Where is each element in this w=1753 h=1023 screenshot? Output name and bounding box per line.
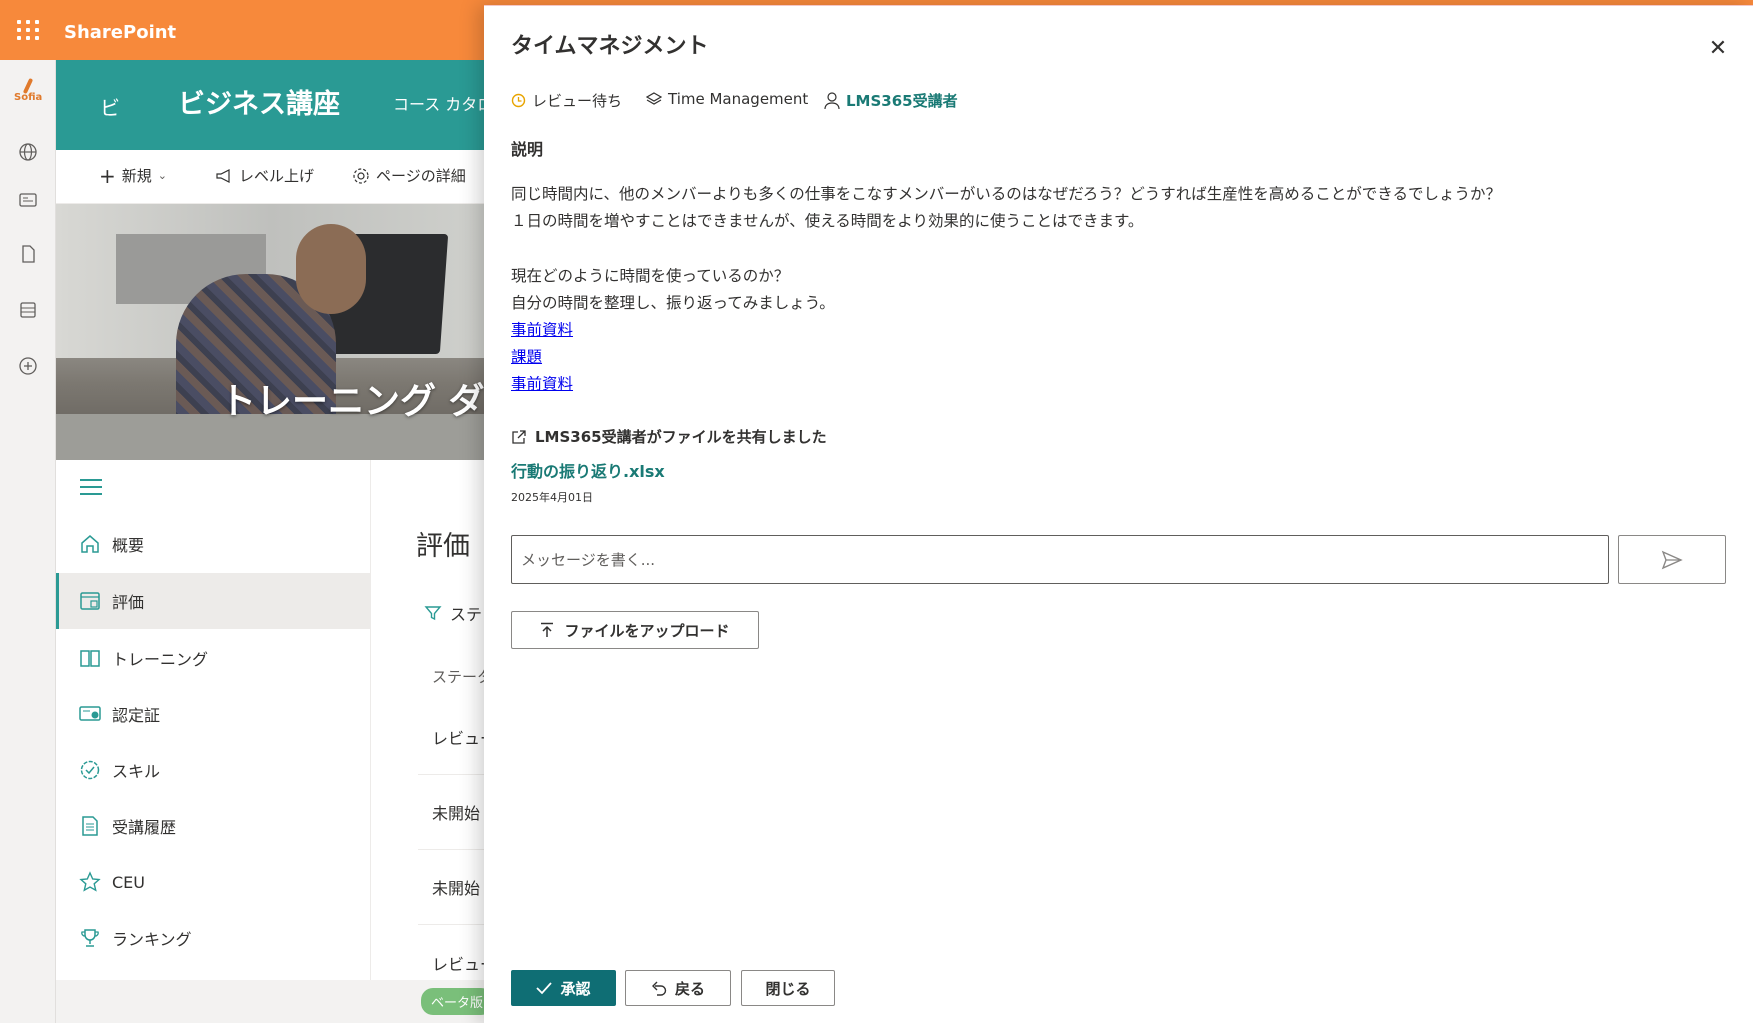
star-icon xyxy=(78,870,102,894)
filter-label: ステ xyxy=(450,605,483,624)
plus-icon: + xyxy=(99,163,116,188)
person-icon xyxy=(824,91,840,109)
upload-file-button[interactable]: ファイルをアップロード xyxy=(511,611,759,649)
page-heading: 評価 xyxy=(416,531,470,562)
beta-badge: ベータ版 xyxy=(421,988,494,1015)
gear-icon xyxy=(353,167,369,184)
nav-item-label: CEU xyxy=(112,872,145,892)
globe-icon[interactable] xyxy=(18,142,38,162)
list-icon[interactable] xyxy=(18,300,38,320)
app-rail: Sofia xyxy=(0,60,56,1023)
hero-title: トレーニング ダ xyxy=(220,381,485,422)
nav-item-evaluation[interactable]: 評価 xyxy=(56,573,371,629)
book-icon xyxy=(78,646,102,670)
site-title[interactable]: ビジネス講座 xyxy=(178,82,340,121)
share-icon xyxy=(512,429,526,444)
nav-item-label: 認定証 xyxy=(112,706,161,725)
link-pre-material[interactable]: 事前資料 xyxy=(511,318,573,340)
history-icon xyxy=(78,814,102,838)
badge-icon xyxy=(78,758,102,782)
description-line: １日の時間を増やすことはできませんが、使える時間をより効果的に使うことはできます… xyxy=(511,212,1144,230)
send-icon xyxy=(1661,550,1683,569)
approve-button[interactable]: 承認 xyxy=(511,970,616,1006)
hamburger-menu-icon[interactable] xyxy=(80,479,102,497)
home-icon xyxy=(78,532,102,556)
megaphone-icon xyxy=(216,168,230,183)
filter-icon xyxy=(424,606,442,621)
panel-title: タイムマネジメント xyxy=(511,34,709,59)
add-icon[interactable] xyxy=(18,356,38,376)
sofia-logo[interactable]: Sofia xyxy=(14,76,42,104)
filter-button[interactable]: ステ xyxy=(424,601,482,625)
new-button[interactable]: + 新規 ⌄ xyxy=(99,165,167,186)
status-badge: レビュー待ち xyxy=(511,90,622,111)
close-label: 閉じる xyxy=(765,979,811,998)
nav-item-ceu[interactable]: CEU xyxy=(56,854,371,910)
close-button[interactable]: 閉じる xyxy=(741,970,835,1006)
course-tag: Time Management xyxy=(646,90,808,108)
shared-text: LMS365受講者がファイルを共有しました xyxy=(535,428,827,446)
course-name: Time Management xyxy=(668,90,809,108)
nav-item-label: スキル xyxy=(112,762,161,781)
suite-brand[interactable]: SharePoint xyxy=(64,0,176,66)
nav-item-label: トレーニング xyxy=(112,650,209,669)
send-button[interactable] xyxy=(1618,535,1726,584)
upload-icon xyxy=(541,622,554,637)
nav-item-skills[interactable]: スキル xyxy=(56,742,371,798)
new-label: 新規 xyxy=(121,167,152,185)
clock-icon xyxy=(511,93,526,108)
nav-item-history[interactable]: 受講履歴 xyxy=(56,798,371,854)
nav-course-catalog[interactable]: コース カタロ xyxy=(393,91,493,115)
nav-item-label: ランキング xyxy=(112,930,192,949)
evaluation-icon xyxy=(78,589,102,613)
nav-item-ranking[interactable]: ランキング xyxy=(56,910,371,966)
document-icon[interactable] xyxy=(18,244,38,264)
description-line: 現在どのように時間を使っているのか？ xyxy=(511,267,790,285)
news-icon[interactable] xyxy=(18,190,38,210)
nav-item-training[interactable]: トレーニング xyxy=(56,630,371,686)
page-details-label: ページの詳細 xyxy=(376,167,466,185)
nav-item-certificates[interactable]: 認定証 xyxy=(56,686,371,742)
checkmark-icon xyxy=(536,982,553,995)
app-launcher-button[interactable] xyxy=(0,0,56,60)
link-assignment[interactable]: 課題 xyxy=(511,345,542,367)
upload-label: ファイルをアップロード xyxy=(564,621,730,640)
description-line: 自分の時間を整理し、振り返ってみましょう。 xyxy=(511,294,835,312)
site-logo[interactable]: ビ xyxy=(100,92,120,121)
message-input[interactable] xyxy=(511,535,1609,584)
description-heading: 説明 xyxy=(511,140,544,159)
promote-button[interactable]: レベル上げ xyxy=(215,165,314,186)
layers-icon xyxy=(646,92,662,105)
shared-file-notice: LMS365受講者がファイルを共有しました xyxy=(511,426,827,447)
undo-icon xyxy=(651,981,667,996)
promote-label: レベル上げ xyxy=(239,167,315,185)
nav-item-label: 受講履歴 xyxy=(112,818,177,837)
nav-item-overview[interactable]: 概要 xyxy=(56,516,371,572)
certificate-icon xyxy=(78,702,102,726)
return-button[interactable]: 戻る xyxy=(625,970,731,1006)
shared-file-link[interactable]: 行動の振り返り.xlsx xyxy=(511,458,665,482)
column-header-status[interactable]: ステータ xyxy=(432,666,492,687)
status-text: レビュー待ち xyxy=(532,92,623,110)
link-pre-material-2[interactable]: 事前資料 xyxy=(511,372,573,394)
nav-item-label: 概要 xyxy=(112,536,145,555)
approve-label: 承認 xyxy=(560,979,591,998)
waffle-icon xyxy=(16,20,40,40)
task-detail-panel: タイムマネジメント ✕ レビュー待ち Time Management LMS36… xyxy=(484,5,1753,1023)
assignee-name: LMS365受講者 xyxy=(846,92,958,110)
assignee[interactable]: LMS365受講者 xyxy=(824,90,958,111)
nav-item-label: 評価 xyxy=(112,593,145,612)
description-line: 同じ時間内に、他のメンバーよりも多くの仕事をこなすメンバーがいるのはなぜだろう？… xyxy=(511,185,1501,203)
trophy-icon xyxy=(78,926,102,950)
page-details-button[interactable]: ページの詳細 xyxy=(352,165,466,186)
close-icon[interactable]: ✕ xyxy=(1706,36,1730,61)
chevron-down-icon: ⌄ xyxy=(157,169,167,182)
shared-file-date: 2025年4月01日 xyxy=(511,491,593,504)
return-label: 戻る xyxy=(674,979,705,998)
